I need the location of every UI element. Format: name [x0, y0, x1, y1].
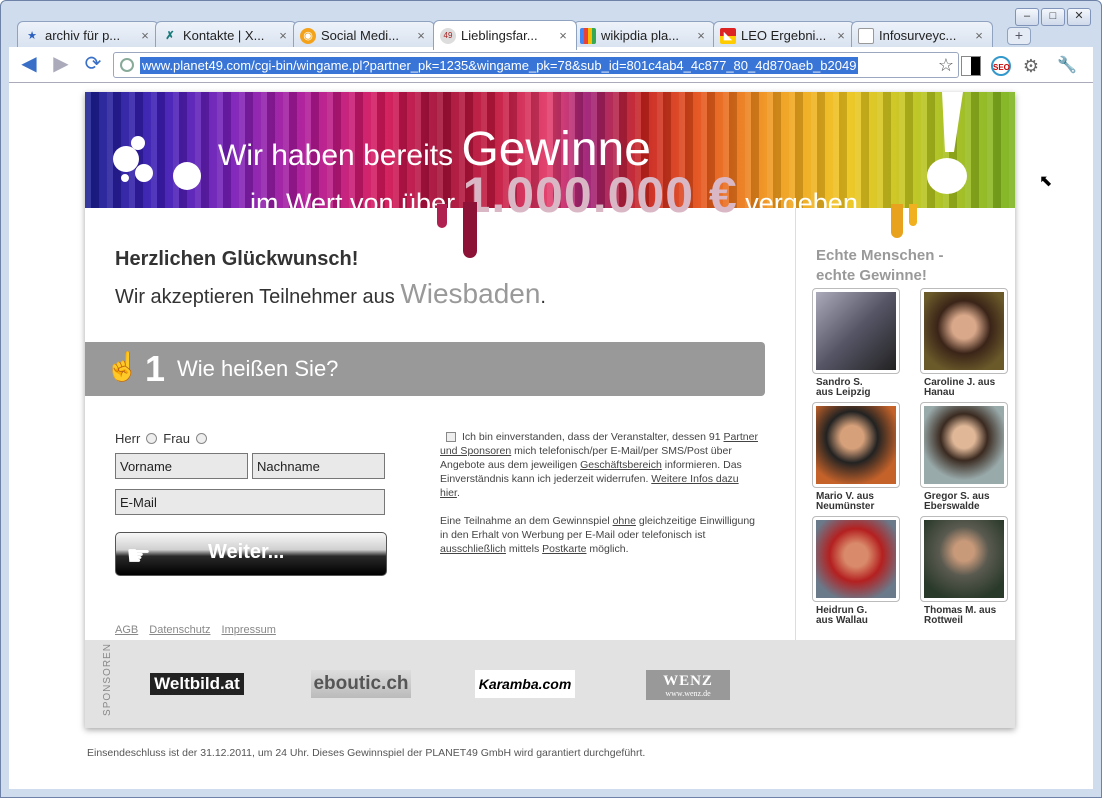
- browser-window: – □ ✕ ★ archiv für p... × ✗ Kontakte | X...…: [0, 0, 1102, 798]
- seo-icon[interactable]: SEO: [991, 56, 1011, 76]
- xing-icon: ✗: [165, 30, 175, 42]
- tab-leo[interactable]: ◣ LEO Ergebni... ×: [713, 21, 855, 49]
- star-icon: ★: [27, 30, 37, 42]
- address-bar[interactable]: www.planet49.com/cgi-bin/wingame.pl?part…: [113, 52, 959, 78]
- ohne-link[interactable]: ohne: [613, 515, 636, 527]
- herr-radio[interactable]: [146, 433, 158, 444]
- url-text[interactable]: www.planet49.com/cgi-bin/wingame.pl?part…: [140, 57, 859, 74]
- weiter-button[interactable]: ☛ Weiter...: [115, 532, 387, 576]
- karamba-logo[interactable]: Karamba.com: [475, 670, 575, 698]
- consent-text: Ich bin einverstanden, dass der Veransta…: [440, 431, 758, 555]
- close-tab-icon[interactable]: ×: [138, 28, 152, 43]
- sponsors-label: SPONSOREN: [101, 643, 113, 716]
- winner-card: Sandro S. aus Leipzig: [812, 288, 900, 398]
- consent-checkbox[interactable]: [446, 432, 456, 443]
- vorname-field[interactable]: Vorname: [115, 453, 248, 479]
- footer-links: AGB Datenschutz Impressum: [115, 624, 284, 636]
- greeting-heading: Herzlichen Glückwunsch!: [115, 248, 359, 270]
- settings-gear-icon[interactable]: ⚙: [1021, 56, 1041, 76]
- winner-photo: [920, 402, 1008, 488]
- page-icon: [858, 27, 874, 44]
- close-tab-icon[interactable]: ×: [694, 28, 708, 43]
- agb-link[interactable]: AGB: [115, 624, 138, 636]
- email-field[interactable]: E-Mail: [115, 489, 385, 515]
- winner-photo: [920, 516, 1008, 602]
- geschaeftsbereich-link[interactable]: Geschäftsbereich: [580, 459, 662, 471]
- close-tab-icon[interactable]: ×: [414, 28, 428, 43]
- tab-wikipdia[interactable]: wikipdia pla... ×: [573, 21, 715, 49]
- close-tab-icon[interactable]: ×: [972, 28, 986, 43]
- globe-icon: [120, 58, 134, 72]
- wenz-logo[interactable]: WENZ www.wenz.de: [646, 670, 730, 700]
- postkarte-link[interactable]: Postkarte: [542, 543, 586, 555]
- tab-lieblingsfarbe[interactable]: 49 Lieblingsfar... ×: [433, 20, 577, 50]
- close-tab-icon[interactable]: ×: [556, 28, 570, 43]
- maximize-button[interactable]: □: [1041, 8, 1065, 26]
- close-window-button[interactable]: ✕: [1067, 8, 1091, 26]
- tab-kontakte[interactable]: ✗ Kontakte | X... ×: [155, 21, 297, 49]
- form-section: Herzlichen Glückwunsch! Wir akzeptieren …: [85, 208, 795, 640]
- winner-card: Caroline J. aus Hanau: [920, 288, 1008, 398]
- winner-photo: [812, 288, 900, 374]
- winner-card: Heidrun G. aus Wallau: [812, 516, 900, 626]
- tab-archiv[interactable]: ★ archiv für p... ×: [17, 21, 159, 49]
- toolbar: ◀ ▶ ⟳ www.planet49.com/cgi-bin/wingame.p…: [9, 47, 1093, 83]
- tab-strip: ★ archiv für p... × ✗ Kontakte | X... × ◉ Soc…: [9, 19, 1039, 50]
- winner-card: Gregor S. aus Eberswalde: [920, 402, 1008, 512]
- web-content: Wir haben bereits Gewinne im Wert von üb…: [9, 83, 1093, 789]
- wrench-icon[interactable]: 🔧: [1057, 56, 1077, 76]
- datenschutz-link[interactable]: Datenschutz: [149, 624, 210, 636]
- tab-social-media[interactable]: ◉ Social Medi... ×: [293, 21, 435, 49]
- sponsors-bar: SPONSOREN Weltbild.at eboutic.ch Karamba…: [85, 640, 1015, 728]
- winner-card: Thomas M. aus Rottweil: [920, 516, 1008, 626]
- pointing-hand-icon: ☛: [126, 540, 152, 571]
- city-name: Wiesbaden: [400, 278, 541, 309]
- forward-button[interactable]: ▶: [49, 53, 73, 77]
- google-icon: [580, 27, 596, 44]
- close-tab-icon[interactable]: ×: [276, 28, 290, 43]
- mouse-cursor-icon: ⬉: [1039, 173, 1053, 190]
- reload-button[interactable]: ⟳: [81, 53, 105, 77]
- frau-radio[interactable]: [196, 433, 208, 444]
- banner: Wir haben bereits Gewinne im Wert von üb…: [85, 92, 1015, 223]
- eboutic-logo[interactable]: eboutic.ch: [311, 670, 411, 698]
- ausschliesslich-link[interactable]: ausschließlich: [440, 543, 506, 555]
- pointing-hand-icon: ☝: [105, 351, 140, 382]
- gender-select: Herr Frau: [115, 431, 208, 446]
- weltbild-logo[interactable]: Weltbild.at: [147, 670, 247, 698]
- winner-photo: [812, 516, 900, 602]
- winner-card: Mario V. aus Neumünster: [812, 402, 900, 512]
- new-tab-button[interactable]: +: [1007, 27, 1031, 45]
- step-header: ☝ 1 Wie heißen Sie?: [85, 342, 765, 396]
- bookmark-star-icon[interactable]: ☆: [938, 55, 954, 76]
- leo-icon: ◣: [720, 27, 736, 44]
- winner-photo: [920, 288, 1008, 374]
- social-icon: ◉: [300, 27, 316, 44]
- impressum-link[interactable]: Impressum: [222, 624, 276, 636]
- planet49-icon: 49: [440, 27, 456, 44]
- gewinnspiel-page: Wir haben bereits Gewinne im Wert von üb…: [85, 92, 1015, 728]
- winners-section: Echte Menschen - echte Gewinne! Sandro S.…: [795, 208, 1015, 640]
- winners-heading: Echte Menschen - echte Gewinne!: [816, 247, 944, 284]
- close-tab-icon[interactable]: ×: [834, 28, 848, 43]
- tab-infosurvey[interactable]: Infosurveyc... ×: [851, 21, 993, 49]
- accept-text: Wir akzeptieren Teilnehmer aus Wiesbaden…: [115, 278, 546, 309]
- back-button[interactable]: ◀: [17, 53, 41, 77]
- winner-photo: [812, 402, 900, 488]
- nachname-field[interactable]: Nachname: [252, 453, 385, 479]
- disclaimer: Einsendeschluss ist der 31.12.2011, um 2…: [87, 747, 646, 759]
- delicious-icon[interactable]: [961, 56, 981, 76]
